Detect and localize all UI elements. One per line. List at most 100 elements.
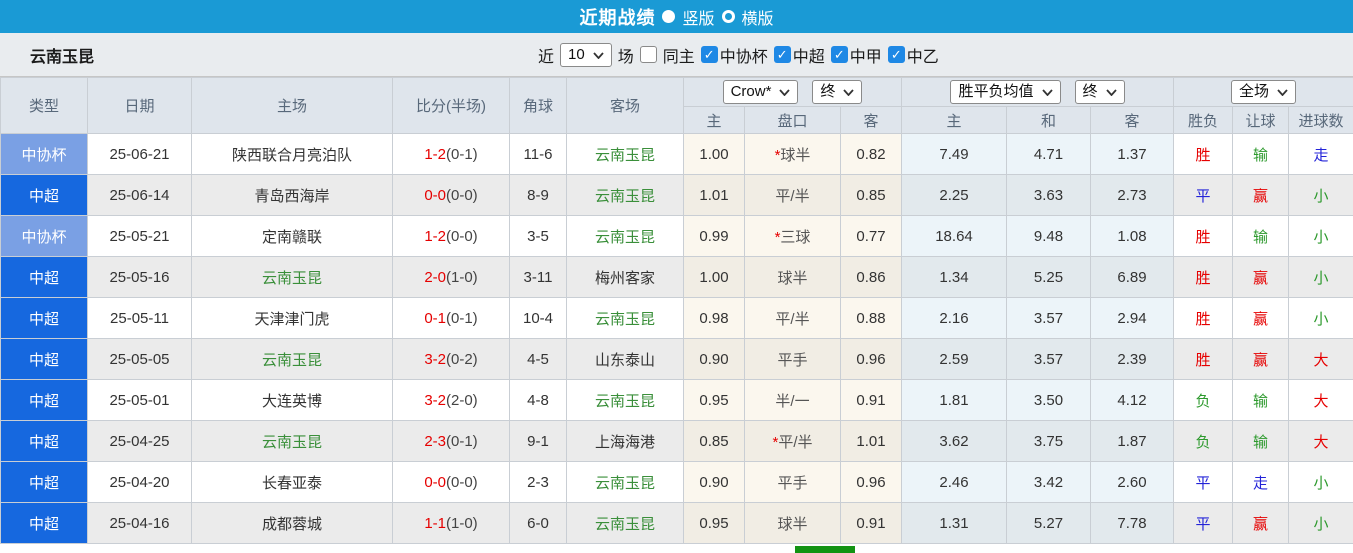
vertical-radio[interactable] (662, 10, 676, 23)
handicap-cell: 半/一 (744, 379, 841, 421)
handicap-result-cell: 赢 (1232, 338, 1289, 380)
home-team-cell: 大连英博 (191, 379, 393, 421)
goals-cell: 小 (1287, 502, 1353, 544)
avg-home-cell: 3.62 (901, 420, 1007, 462)
away-team-cell: 云南玉昆 (566, 133, 684, 175)
handicap-cell: 球半 (744, 256, 841, 298)
type-cell: 中超 (0, 256, 88, 298)
avg-away-cell: 7.78 (1090, 502, 1174, 544)
handicap-cell: *球半 (744, 133, 841, 175)
match-row: 中超 25-04-25 云南玉昆 2-3(0-1) 9-1 上海海港 0.85 *平/半 1.0… (0, 420, 1353, 462)
goals-cell: 大 (1287, 338, 1353, 380)
avg-away-cell: 2.60 (1090, 461, 1174, 503)
handicap-result-cell: 赢 (1232, 297, 1289, 339)
horizontal-radio[interactable] (721, 10, 735, 23)
handicap-result-cell: 输 (1232, 215, 1289, 257)
home-team-cell: 云南玉昆 (191, 256, 393, 298)
avg-draw-cell: 5.27 (1006, 502, 1091, 544)
odds-stage-select[interactable]: 终 (812, 80, 863, 104)
type-cell: 中协杯 (0, 215, 88, 257)
avg-away-cell: 1.87 (1090, 420, 1174, 462)
avg-draw-cell: 3.57 (1006, 297, 1091, 339)
home-odds-cell: 0.98 (683, 297, 745, 339)
avg-draw-cell: 3.57 (1006, 338, 1091, 380)
type-cell: 中超 (0, 338, 88, 380)
league-checkbox-league1[interactable]: ✓ (830, 46, 848, 63)
league-checkbox-csl[interactable]: ✓ (773, 46, 791, 63)
avg-away-cell: 2.73 (1090, 174, 1174, 216)
avg-home-cell: 2.46 (901, 461, 1007, 503)
vertical-radio-label[interactable]: 竖版 (682, 5, 714, 29)
col-header-score: 比分(半场) (392, 77, 510, 134)
handicap-result-cell: 输 (1232, 133, 1289, 175)
sub-header-avg-away: 客 (1090, 106, 1174, 134)
home-team-cell: 云南玉昆 (191, 420, 393, 462)
league-filter-league2: ✓ 中乙 (887, 43, 939, 67)
same-home-checkbox[interactable] (639, 46, 657, 63)
match-row: 中协杯 25-05-21 定南赣联 1-2(0-0) 3-5 云南玉昆 0.99 *三球 0.7… (0, 215, 1353, 257)
avg-away-cell: 2.39 (1090, 338, 1174, 380)
score-cell: 1-1(1-0) (392, 502, 510, 544)
results-tbody: 中协杯 25-06-21 陕西联合月亮泊队 1-2(0-1) 11-6 云南玉昆 1.00 *… (0, 133, 1353, 544)
handicap-result-cell: 赢 (1232, 174, 1289, 216)
home-odds-cell: 1.00 (683, 256, 745, 298)
chevron-down-icon (1277, 83, 1288, 101)
score-cell: 0-1(0-1) (392, 297, 510, 339)
score-cell: 1-2(0-1) (392, 133, 510, 175)
home-odds-cell: 0.95 (683, 502, 745, 544)
sub-header-handicap-result: 让球 (1232, 106, 1289, 134)
avg-group-header: 胜平负均值 终 (901, 77, 1174, 107)
sub-header-avg-draw: 和 (1006, 106, 1091, 134)
avg-home-cell: 1.81 (901, 379, 1007, 421)
odds-company-select[interactable]: Crow* (722, 80, 799, 104)
away-odds-cell: 0.91 (840, 379, 902, 421)
chevron-down-icon (843, 83, 855, 101)
corner-cell: 6-0 (509, 502, 567, 544)
home-team-cell: 天津津门虎 (191, 297, 393, 339)
away-odds-cell: 0.88 (840, 297, 902, 339)
league-label: 中乙 (906, 48, 939, 66)
handicap-result-cell: 输 (1232, 420, 1289, 462)
avg-type-select[interactable]: 胜平负均值 (950, 80, 1061, 104)
date-cell: 25-05-21 (87, 215, 192, 257)
sub-header-handicap: 盘口 (744, 106, 841, 134)
match-row: 中超 25-05-11 天津津门虎 0-1(0-1) 10-4 云南玉昆 0.98 平/半 0.… (0, 297, 1353, 339)
goals-cell: 走 (1287, 133, 1353, 175)
away-odds-cell: 0.86 (840, 256, 902, 298)
handicap-cell: 平/半 (744, 174, 841, 216)
corner-cell: 9-1 (509, 420, 567, 462)
type-cell: 中超 (0, 461, 88, 503)
avg-home-cell: 2.25 (901, 174, 1007, 216)
handicap-cell: 球半 (744, 502, 841, 544)
scope-select[interactable]: 全场 (1231, 80, 1297, 104)
away-odds-cell: 0.82 (840, 133, 902, 175)
away-team-cell: 云南玉昆 (566, 174, 684, 216)
score-cell: 2-0(1-0) (392, 256, 510, 298)
home-team-cell: 陕西联合月亮泊队 (191, 133, 393, 175)
away-team-cell: 云南玉昆 (566, 215, 684, 257)
corner-cell: 3-11 (509, 256, 567, 298)
league-checkbox-cup[interactable]: ✓ (700, 46, 718, 63)
result-cell: 负 (1173, 379, 1233, 421)
corner-cell: 3-5 (509, 215, 567, 257)
chevron-down-icon (1105, 83, 1117, 101)
type-cell: 中超 (0, 297, 88, 339)
handicap-cell: *三球 (744, 215, 841, 257)
avg-stage-select[interactable]: 终 (1074, 80, 1125, 104)
recent-count-select[interactable]: 10 (560, 42, 612, 67)
goals-cell: 大 (1287, 379, 1353, 421)
type-cell: 中超 (0, 502, 88, 544)
league-checkbox-league2[interactable]: ✓ (887, 46, 905, 63)
horizontal-radio-label[interactable]: 横版 (742, 5, 774, 29)
date-cell: 25-06-21 (87, 133, 192, 175)
match-row: 中超 25-05-16 云南玉昆 2-0(1-0) 3-11 梅州客家 1.00 球半 0.86… (0, 256, 1353, 298)
away-odds-cell: 0.96 (840, 338, 902, 380)
away-team-cell: 云南玉昆 (566, 502, 684, 544)
corner-cell: 4-5 (509, 338, 567, 380)
avg-away-cell: 1.37 (1090, 133, 1174, 175)
score-cell: 0-0(0-0) (392, 174, 510, 216)
score-cell: 3-2(0-2) (392, 338, 510, 380)
avg-stage-value: 终 (1082, 83, 1098, 100)
chevron-down-icon (593, 46, 604, 64)
col-header-corner: 角球 (509, 77, 567, 134)
